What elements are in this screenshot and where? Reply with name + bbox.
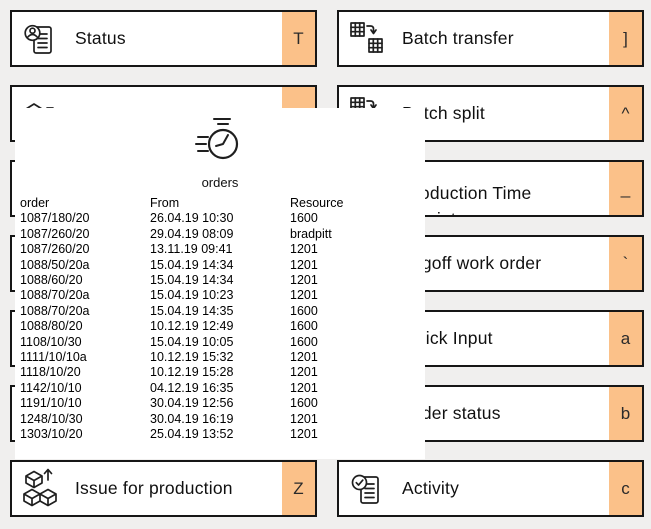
orders-table-cell: 10.12.19 15:32 [150, 350, 290, 365]
orders-table-cell: 04.12.19 16:35 [150, 381, 290, 396]
stopwatch-icon [195, 116, 245, 171]
orders-table-row[interactable]: 1088/60/2015.04.19 14:341201 [20, 273, 421, 288]
orders-table-cell: 15.04.19 14:34 [150, 273, 290, 288]
orders-table-cell: 10.12.19 12:49 [150, 319, 290, 334]
orders-table-row[interactable]: 1088/80/2010.12.19 12:491600 [20, 319, 421, 334]
orders-table-cell: 13.11.19 09:41 [150, 242, 290, 257]
grid-transfer-icon [350, 22, 386, 56]
issue-button-inner: Issue for production Z [12, 462, 315, 515]
quick-input-shortcut-badge: a [609, 312, 642, 365]
batch-transfer-label: Batch transfer [402, 28, 514, 49]
orders-table-cell: 1600 [290, 304, 421, 319]
activity-button[interactable]: Activity c [337, 460, 644, 517]
orders-table-cell: 1201 [290, 427, 421, 442]
orders-table-cell: 1201 [290, 350, 421, 365]
orders-table-row[interactable]: 1088/70/20a15.04.19 14:351600 [20, 304, 421, 319]
activity-check-icon [350, 472, 386, 506]
orders-table-cell: 30.04.19 16:19 [150, 412, 290, 427]
orders-table-cell: 15.04.19 10:23 [150, 288, 290, 303]
orders-table-body: 1087/180/2026.04.19 10:3016001087/260/20… [20, 211, 421, 442]
status-button[interactable]: Status T [10, 10, 317, 67]
orders-table-cell: 1201 [290, 412, 421, 427]
orders-table-cell: 10.12.19 15:28 [150, 365, 290, 380]
orders-table-row[interactable]: 1088/70/20a15.04.19 10:231201 [20, 288, 421, 303]
orders-table-cell: 1600 [290, 396, 421, 411]
orders-table-row[interactable]: 1191/10/1030.04.19 12:561600 [20, 396, 421, 411]
orders-popup-header: orders [15, 116, 425, 190]
status-button-label: Status [75, 28, 126, 49]
orders-table-cell: 1201 [290, 273, 421, 288]
status-shortcut-badge: T [282, 12, 315, 65]
orders-table-cell: 1600 [290, 319, 421, 334]
orders-table-row[interactable]: 1087/260/2013.11.19 09:411201 [20, 242, 421, 257]
orders-table-cell: 15.04.19 14:34 [150, 258, 290, 273]
orders-table-cell: 25.04.19 13:52 [150, 427, 290, 442]
orders-table-cell: 1201 [290, 381, 421, 396]
orders-popup-title: orders [202, 175, 239, 190]
batch-transfer-inner: Batch transfer ] [339, 12, 642, 65]
orders-table-cell: 1303/10/20 [20, 427, 150, 442]
orders-table-row[interactable]: 1303/10/2025.04.19 13:521201 [20, 427, 421, 442]
issue-for-production-button[interactable]: Issue for production Z [10, 460, 317, 517]
orders-table-cell: 1111/10/10a [20, 350, 150, 365]
orders-table-cell: 1600 [290, 335, 421, 350]
batch-split-shortcut-badge: ^ [609, 87, 642, 140]
orders-table-cell: 1201 [290, 365, 421, 380]
orders-table-cell: 30.04.19 12:56 [150, 396, 290, 411]
orders-popup: orders order From Resource 1087/180/2026… [15, 108, 425, 459]
orders-table-row[interactable]: 1111/10/10a10.12.19 15:321201 [20, 350, 421, 365]
orders-table-row[interactable]: 1087/260/2029.04.19 08:09bradpitt [20, 227, 421, 242]
activity-inner: Activity c [339, 462, 642, 515]
orders-table-row[interactable]: 1142/10/1004.12.19 16:351201 [20, 381, 421, 396]
production-time-label: Production Time receipt [402, 180, 560, 215]
orders-table-header: order From Resource [20, 196, 421, 211]
orders-table-cell: 15.04.19 14:35 [150, 304, 290, 319]
orders-table-cell: 29.04.19 08:09 [150, 227, 290, 242]
logoff-shortcut-badge: ` [609, 237, 642, 290]
column-header-order: order [20, 196, 150, 211]
orders-table-cell: 1248/10/30 [20, 412, 150, 427]
orders-table-row[interactable]: 1248/10/3030.04.19 16:191201 [20, 412, 421, 427]
orders-table-cell: 26.04.19 10:30 [150, 211, 290, 226]
orders-table-cell: 1191/10/10 [20, 396, 150, 411]
orders-table-cell: 15.04.19 10:05 [150, 335, 290, 350]
production-time-shortcut-badge: _ [609, 162, 642, 215]
orders-table-cell: bradpitt [290, 227, 421, 242]
orders-table-cell: 1088/50/20a [20, 258, 150, 273]
batch-transfer-button[interactable]: Batch transfer ] [337, 10, 644, 67]
orders-table-cell: 1088/80/20 [20, 319, 150, 334]
orders-table-cell: 1088/60/20 [20, 273, 150, 288]
orders-table-cell: 1087/180/20 [20, 211, 150, 226]
orders-table-row[interactable]: 1108/10/3015.04.19 10:051600 [20, 335, 421, 350]
orders-table-cell: 1201 [290, 242, 421, 257]
orders-table-cell: 1088/70/20a [20, 304, 150, 319]
activity-shortcut-badge: c [609, 462, 642, 515]
orders-table-cell: 1600 [290, 211, 421, 226]
orders-table-cell: 1087/260/20 [20, 227, 150, 242]
orders-table-row[interactable]: 1088/50/20a15.04.19 14:341201 [20, 258, 421, 273]
column-header-resource: Resource [290, 196, 421, 211]
issue-shortcut-badge: Z [282, 462, 315, 515]
orders-table-cell: 1108/10/30 [20, 335, 150, 350]
status-contact-icon [23, 22, 59, 56]
order-status-shortcut-badge: b [609, 387, 642, 440]
orders-table-row[interactable]: 1118/10/2010.12.19 15:281201 [20, 365, 421, 380]
issue-button-label: Issue for production [75, 478, 233, 499]
orders-table-cell: 1201 [290, 258, 421, 273]
batch-transfer-shortcut-badge: ] [609, 12, 642, 65]
orders-table-cell: 1087/260/20 [20, 242, 150, 257]
orders-table: order From Resource 1087/180/2026.04.19 … [20, 196, 421, 443]
orders-table-cell: 1201 [290, 288, 421, 303]
status-button-inner: Status T [12, 12, 315, 65]
column-header-from: From [150, 196, 290, 211]
orders-table-cell: 1118/10/20 [20, 365, 150, 380]
activity-label: Activity [402, 478, 459, 499]
orders-table-row[interactable]: 1087/180/2026.04.19 10:301600 [20, 211, 421, 226]
orders-table-cell: 1088/70/20a [20, 288, 150, 303]
orders-table-cell: 1142/10/10 [20, 381, 150, 396]
cubes-up-arrow-icon [23, 467, 59, 511]
